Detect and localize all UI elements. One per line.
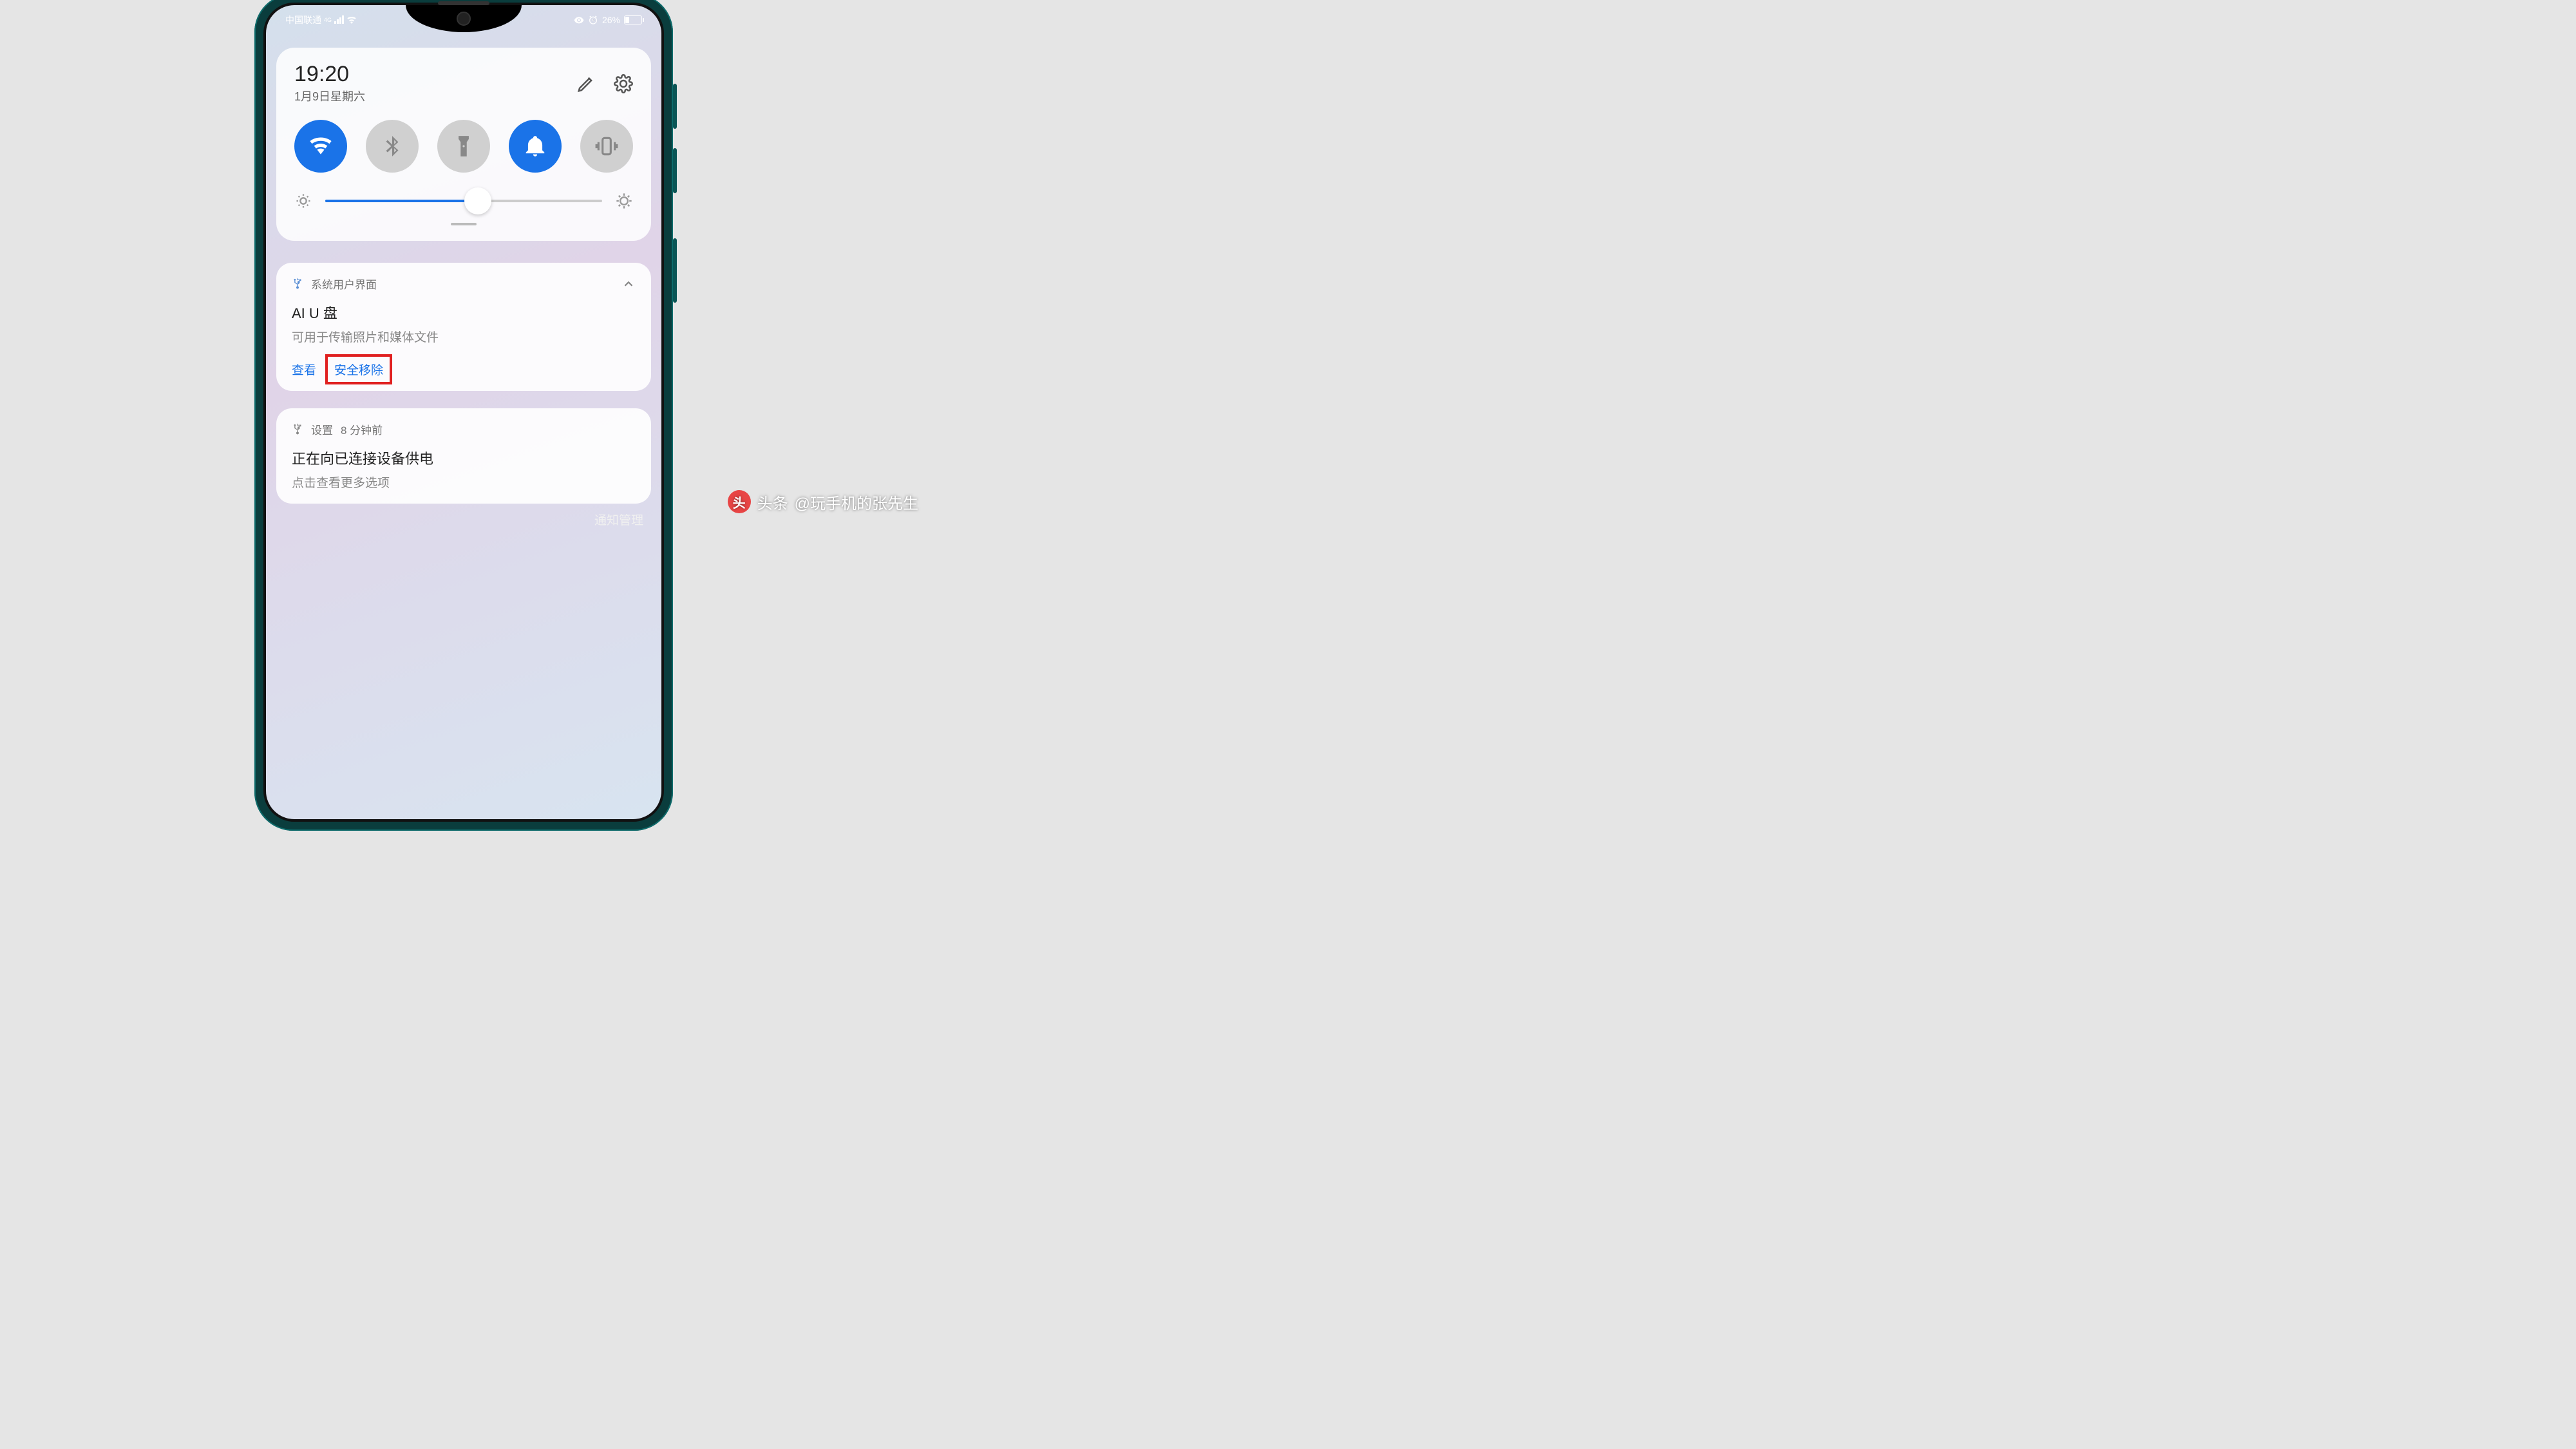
quick-settings-panel: 19:20 1月9日星期六 (276, 48, 651, 241)
power-button (673, 238, 677, 303)
notification-title: 正在向已连接设备供电 (292, 448, 636, 468)
notification-app-label: 设置 (311, 421, 333, 437)
phone-side-buttons (673, 45, 677, 303)
panel-header: 19:20 1月9日星期六 (294, 63, 633, 104)
gear-icon[interactable] (614, 74, 633, 93)
safe-eject-action[interactable]: 安全移除 (325, 354, 392, 384)
wifi-toggle[interactable] (294, 120, 347, 173)
usb-drive-notification[interactable]: 系统用户界面 AI U 盘 可用于传输照片和媒体文件 查看 安全移除 (276, 263, 651, 391)
notification-actions: 查看 安全移除 (292, 361, 636, 378)
notification-title: AI U 盘 (292, 302, 636, 323)
notification-time: 8 分钟前 (341, 421, 383, 437)
clock-date: 1月9日星期六 (294, 88, 365, 104)
watermark-brand: 头条 (757, 491, 788, 513)
flashlight-toggle[interactable] (437, 120, 490, 173)
notification-header: 设置 8 分钟前 (292, 421, 636, 437)
network-badge: 4G (324, 17, 332, 23)
volume-up-button (673, 84, 677, 129)
phone-frame: 中国联通 4G 2 (254, 0, 673, 831)
usb-icon (292, 422, 303, 437)
notification-app-label: 系统用户界面 (311, 276, 377, 292)
battery-level (625, 17, 629, 23)
brightness-slider-row (294, 192, 633, 210)
vibrate-toggle[interactable] (580, 120, 633, 173)
clock-time: 19:20 (294, 63, 365, 85)
brightness-slider[interactable] (325, 200, 602, 202)
dnd-toggle[interactable] (509, 120, 562, 173)
brightness-low-icon (294, 192, 312, 210)
volume-down-button (673, 148, 677, 193)
bluetooth-icon (380, 134, 404, 158)
bell-icon (523, 134, 547, 158)
eye-icon (574, 15, 584, 25)
status-bar-right: 26% (574, 15, 642, 25)
usb-icon (292, 277, 303, 291)
notification-header: 系统用户界面 (292, 276, 636, 292)
notification-manage-link[interactable]: 通知管理 (594, 511, 643, 528)
quick-toggles-row (294, 120, 633, 173)
status-bar-left: 中国联通 4G (285, 14, 357, 26)
panel-grabber[interactable] (451, 223, 477, 225)
usb-power-notification[interactable]: 设置 8 分钟前 正在向已连接设备供电 点击查看更多选项 (276, 408, 651, 504)
carrier-label: 中国联通 (285, 14, 321, 26)
panel-header-icons (576, 74, 633, 93)
watermark-handle: @玩手机的张先生 (795, 491, 918, 513)
view-action[interactable]: 查看 (292, 361, 316, 378)
notification-body: 点击查看更多选项 (292, 473, 636, 491)
notification-body: 可用于传输照片和媒体文件 (292, 328, 636, 345)
wifi-icon (308, 134, 333, 158)
brightness-high-icon (615, 192, 633, 210)
screen: 中国联通 4G 2 (266, 5, 661, 819)
chevron-up-icon[interactable] (621, 277, 636, 291)
phone-speaker (438, 1, 489, 5)
time-block: 19:20 1月9日星期六 (294, 63, 365, 104)
watermark: 头 头条 @玩手机的张先生 (728, 490, 918, 513)
phone-bezel: 中国联通 4G 2 (263, 3, 664, 822)
battery-percent: 26% (602, 15, 620, 25)
signal-icon (334, 16, 344, 24)
edit-icon[interactable] (576, 74, 596, 93)
alarm-icon (588, 15, 598, 25)
brightness-thumb[interactable] (464, 187, 491, 214)
vibrate-icon (594, 134, 619, 158)
brightness-fill (325, 200, 478, 202)
battery-icon (624, 15, 642, 24)
bluetooth-toggle[interactable] (366, 120, 419, 173)
toutiao-logo-icon: 头 (728, 490, 751, 513)
flashlight-icon (451, 134, 476, 158)
wifi-status-icon (346, 16, 357, 24)
